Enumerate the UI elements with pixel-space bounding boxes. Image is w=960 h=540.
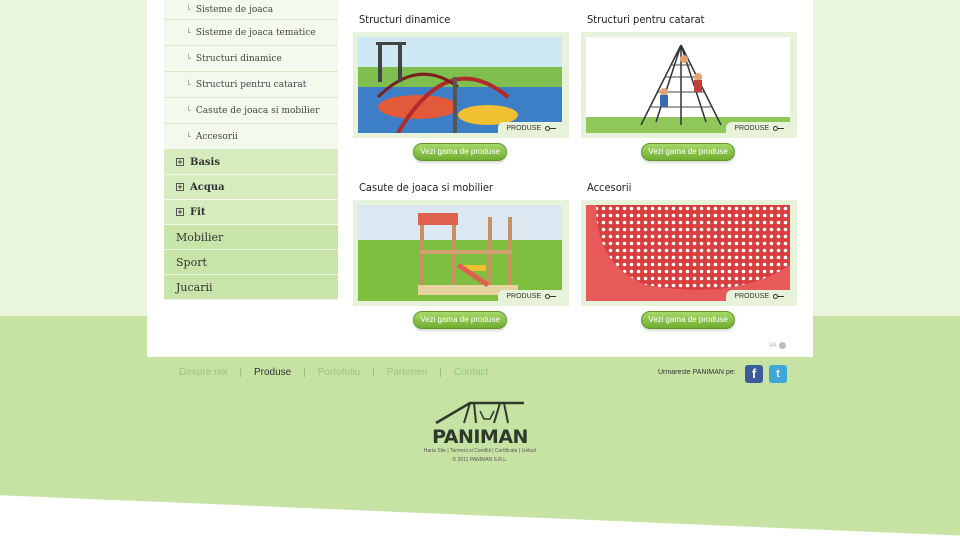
sidebar-item-label: Acqua (190, 181, 225, 193)
key-icon (545, 293, 556, 300)
product-card-casute: Casute de joaca si mobilier PRODUSE (353, 178, 569, 306)
view-products-button[interactable]: Vezi gama de produse (413, 311, 507, 329)
sidebar-item-label: Mobilier (176, 230, 224, 244)
sub-arrow-icon: └ (186, 5, 191, 14)
expand-plus-icon: + (176, 158, 184, 166)
twitter-icon[interactable]: t (769, 365, 787, 383)
sidebar-item-jucarii[interactable]: Jucarii (164, 275, 338, 300)
product-card-accesorii: Accesorii PRODUSE (581, 178, 797, 306)
footer-link-produse[interactable]: Produse (254, 367, 291, 378)
watermark-icon (778, 342, 786, 349)
sidebar-item-label: Fit (190, 206, 206, 218)
product-image: PRODUSE (358, 205, 562, 301)
sidebar-item-acqua[interactable]: + Acqua (164, 175, 338, 200)
sidebar: └ Sisteme de joaca └ Sisteme de joaca tema… (164, 0, 338, 300)
footer-link-contact[interactable]: Contact (454, 367, 488, 378)
footer-separator: | (303, 367, 306, 378)
card-title: Structuri pentru catarat (587, 13, 705, 26)
sidebar-item-label: Jucarii (176, 280, 213, 294)
footer-separator: | (239, 367, 242, 378)
sub-arrow-icon: └ (186, 54, 191, 63)
product-card-structuri-catarat: Structuri pentru catarat PRODUSE (581, 10, 797, 138)
sidebar-item-fit[interactable]: + Fit (164, 200, 338, 225)
footer-nav: Despre noi | Produse | Portofoliu | Part… (179, 367, 488, 378)
sub-arrow-icon: └ (186, 80, 191, 89)
footer-legal-links[interactable]: Harta Site | Termeni si Conditii | Certi… (380, 448, 580, 454)
sidebar-item-label: Structuri dinamice (195, 53, 282, 64)
sidebar-item-label: Basis (190, 156, 220, 168)
key-icon (773, 293, 784, 300)
footer-link-portofoliu[interactable]: Portofoliu (318, 367, 360, 378)
sub-arrow-icon: └ (186, 132, 191, 141)
products-tag[interactable]: PRODUSE (726, 122, 790, 133)
copyright: © 2011 PANIMAN S.R.L. (452, 457, 508, 463)
sidebar-item-structuri-catarat[interactable]: └ Structuri pentru catarat (164, 72, 338, 98)
sidebar-item-label: Sport (176, 255, 207, 269)
products-tag[interactable]: PRODUSE (498, 290, 562, 301)
sidebar-item-label: Sisteme de joaca tematice (195, 27, 316, 38)
products-tag[interactable]: PRODUSE (498, 122, 562, 133)
sidebar-item-label: Accesorii (195, 131, 238, 142)
sidebar-item-sisteme-tematice[interactable]: └ Sisteme de joaca tematice (164, 20, 338, 46)
sub-arrow-icon: └ (186, 28, 191, 37)
designer-watermark[interactable]: VA (769, 342, 786, 349)
facebook-icon[interactable]: f (745, 365, 763, 383)
card-image-frame[interactable]: PRODUSE (581, 200, 797, 306)
card-image-frame[interactable]: PRODUSE (353, 200, 569, 306)
card-title: Casute de joaca si mobilier (359, 181, 493, 194)
view-products-button[interactable]: Vezi gama de produse (641, 143, 735, 161)
sidebar-item-structuri-dinamice[interactable]: └ Structuri dinamice (164, 46, 338, 72)
sidebar-item-sport[interactable]: Sport (164, 250, 338, 275)
card-image-frame[interactable]: PRODUSE (581, 32, 797, 138)
products-tag[interactable]: PRODUSE (726, 290, 790, 301)
sidebar-item-label: Structuri pentru catarat (195, 79, 307, 90)
footer-link-despre-noi[interactable]: Despre noi (179, 367, 227, 378)
sidebar-item-mobilier[interactable]: Mobilier (164, 225, 338, 250)
footer-separator: | (439, 367, 442, 378)
sidebar-item-accesorii[interactable]: └ Accesorii (164, 124, 338, 150)
sidebar-item-label: Casute de joaca si mobilier (195, 105, 320, 116)
tag-label: PRODUSE (506, 293, 541, 300)
expand-plus-icon: + (176, 208, 184, 216)
sidebar-item-casute[interactable]: └ Casute de joaca si mobilier (164, 98, 338, 124)
view-products-button[interactable]: Vezi gama de produse (641, 311, 735, 329)
follow-label: Urmareste PANIMAN pe: (658, 369, 736, 376)
product-image: PRODUSE (358, 37, 562, 133)
tag-label: PRODUSE (506, 125, 541, 132)
tag-label: PRODUSE (734, 293, 769, 300)
sub-arrow-icon: └ (186, 106, 191, 115)
view-products-button[interactable]: Vezi gama de produse (413, 143, 507, 161)
card-title: Structuri dinamice (359, 13, 451, 26)
key-icon (545, 125, 556, 132)
playground-logo-icon (435, 401, 524, 425)
product-image: PRODUSE (586, 37, 790, 133)
logo-wordmark: PANIMAN (432, 426, 528, 448)
key-icon (773, 125, 784, 132)
paniman-logo[interactable]: PANIMAN (430, 397, 530, 448)
card-title: Accesorii (587, 181, 632, 194)
product-image: PRODUSE (586, 205, 790, 301)
sidebar-item-sisteme-de-joaca[interactable]: └ Sisteme de joaca (164, 0, 338, 20)
expand-plus-icon: + (176, 183, 184, 191)
footer-link-parteneri[interactable]: Parteneri (387, 367, 428, 378)
sidebar-item-label: Sisteme de joaca (195, 4, 274, 15)
card-image-frame[interactable]: PRODUSE (353, 32, 569, 138)
product-card-structuri-dinamice: Structuri dinamice PRODUSE (353, 10, 569, 138)
watermark-label: VA (769, 342, 777, 349)
footer-separator: | (372, 367, 375, 378)
sidebar-item-basis[interactable]: + Basis (164, 150, 338, 175)
tag-label: PRODUSE (734, 125, 769, 132)
